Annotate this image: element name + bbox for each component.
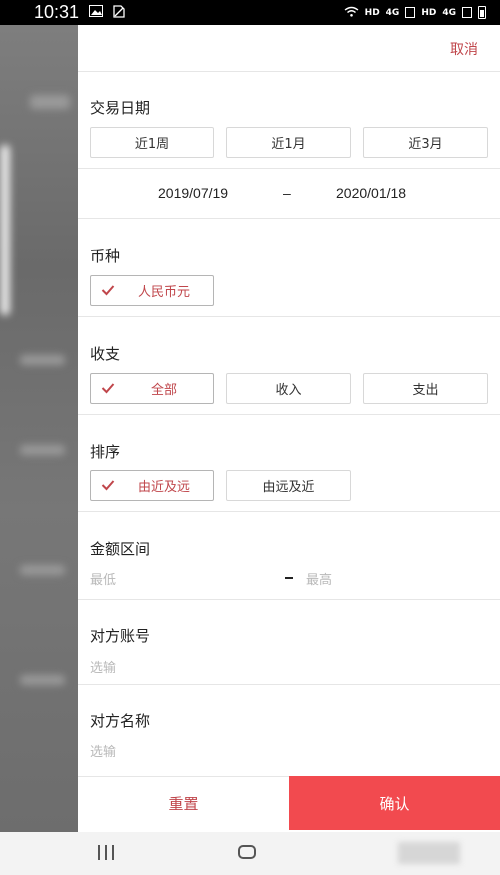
recents-icon[interactable] [98, 845, 114, 860]
divider [78, 71, 500, 72]
network-hd-2: HD [421, 7, 437, 18]
wifi-icon [344, 6, 359, 20]
battery-icon [478, 6, 486, 19]
divider [78, 316, 500, 317]
divider [78, 414, 500, 415]
option-near-to-far[interactable]: 由近及远 [90, 470, 214, 501]
network-hd-1: HD [364, 7, 380, 18]
end-date[interactable]: 2020/01/18 [336, 185, 406, 201]
amount-range-title: 金额区间 [90, 540, 151, 558]
status-indicators: HD 4G HD 4G [344, 6, 486, 20]
range-dash [285, 577, 293, 579]
divider [78, 599, 500, 600]
confirm-button[interactable]: 确认 [289, 776, 500, 830]
status-time: 10:31 [34, 2, 80, 22]
start-date[interactable]: 2019/07/19 [158, 185, 228, 201]
signal-icon [405, 7, 416, 18]
dimmed-background[interactable] [0, 25, 78, 832]
home-icon[interactable] [238, 845, 256, 859]
currency-title: 币种 [90, 247, 121, 265]
counterparty-name-title: 对方名称 [90, 712, 151, 730]
divider [78, 684, 500, 685]
min-amount-input[interactable]: 最低 [90, 569, 116, 588]
system-nav-bar [0, 832, 500, 875]
counterparty-name-input[interactable]: 选输 [90, 741, 116, 760]
network-4g-1: 4G [385, 7, 400, 18]
option-label: 由近及远 [137, 480, 190, 495]
reset-button[interactable]: 重置 [78, 776, 289, 830]
no-sim-icon [113, 4, 125, 21]
trade-date-title: 交易日期 [90, 99, 151, 117]
status-bar: 10:31 HD 4G HD 4G [0, 0, 500, 25]
option-label: 近3月 [408, 137, 443, 152]
check-icon [101, 285, 115, 296]
check-icon [101, 383, 115, 394]
option-all[interactable]: 全部 [90, 373, 214, 404]
option-far-to-near[interactable]: 由远及近 [226, 470, 351, 501]
divider [78, 168, 500, 169]
date-separator: – [283, 185, 291, 201]
cancel-button[interactable]: 取消 [450, 39, 478, 59]
option-label: 全部 [150, 383, 177, 398]
option-label: 近1周 [134, 137, 170, 152]
filter-panel: 取消 交易日期 近1周 近1月 近3月 2019/07/19 – 2020/01… [78, 25, 500, 832]
option-rmb[interactable]: 人民币元 [90, 275, 214, 306]
option-label: 近1月 [271, 137, 306, 152]
check-icon [101, 480, 115, 491]
option-last-week[interactable]: 近1周 [90, 127, 214, 158]
sort-title: 排序 [90, 443, 121, 461]
image-icon [89, 5, 104, 20]
option-last-3-months[interactable]: 近3月 [363, 127, 488, 158]
footer-actions: 重置 确认 [78, 776, 500, 830]
option-label: 人民币元 [137, 285, 190, 300]
option-label: 由远及近 [262, 480, 315, 495]
divider [78, 218, 500, 219]
signal-icon-2 [462, 7, 472, 18]
option-income[interactable]: 收入 [226, 373, 351, 404]
option-last-month[interactable]: 近1月 [226, 127, 351, 158]
counterparty-account-title: 对方账号 [90, 627, 151, 645]
network-4g-2: 4G [442, 7, 456, 18]
back-area[interactable] [398, 842, 460, 864]
max-amount-input[interactable]: 最高 [306, 569, 332, 588]
income-expense-title: 收支 [90, 345, 121, 363]
option-expense[interactable]: 支出 [363, 373, 488, 404]
option-label: 收入 [275, 383, 302, 398]
option-label: 支出 [412, 383, 439, 398]
counterparty-account-input[interactable]: 选输 [90, 657, 116, 676]
divider [78, 511, 500, 512]
